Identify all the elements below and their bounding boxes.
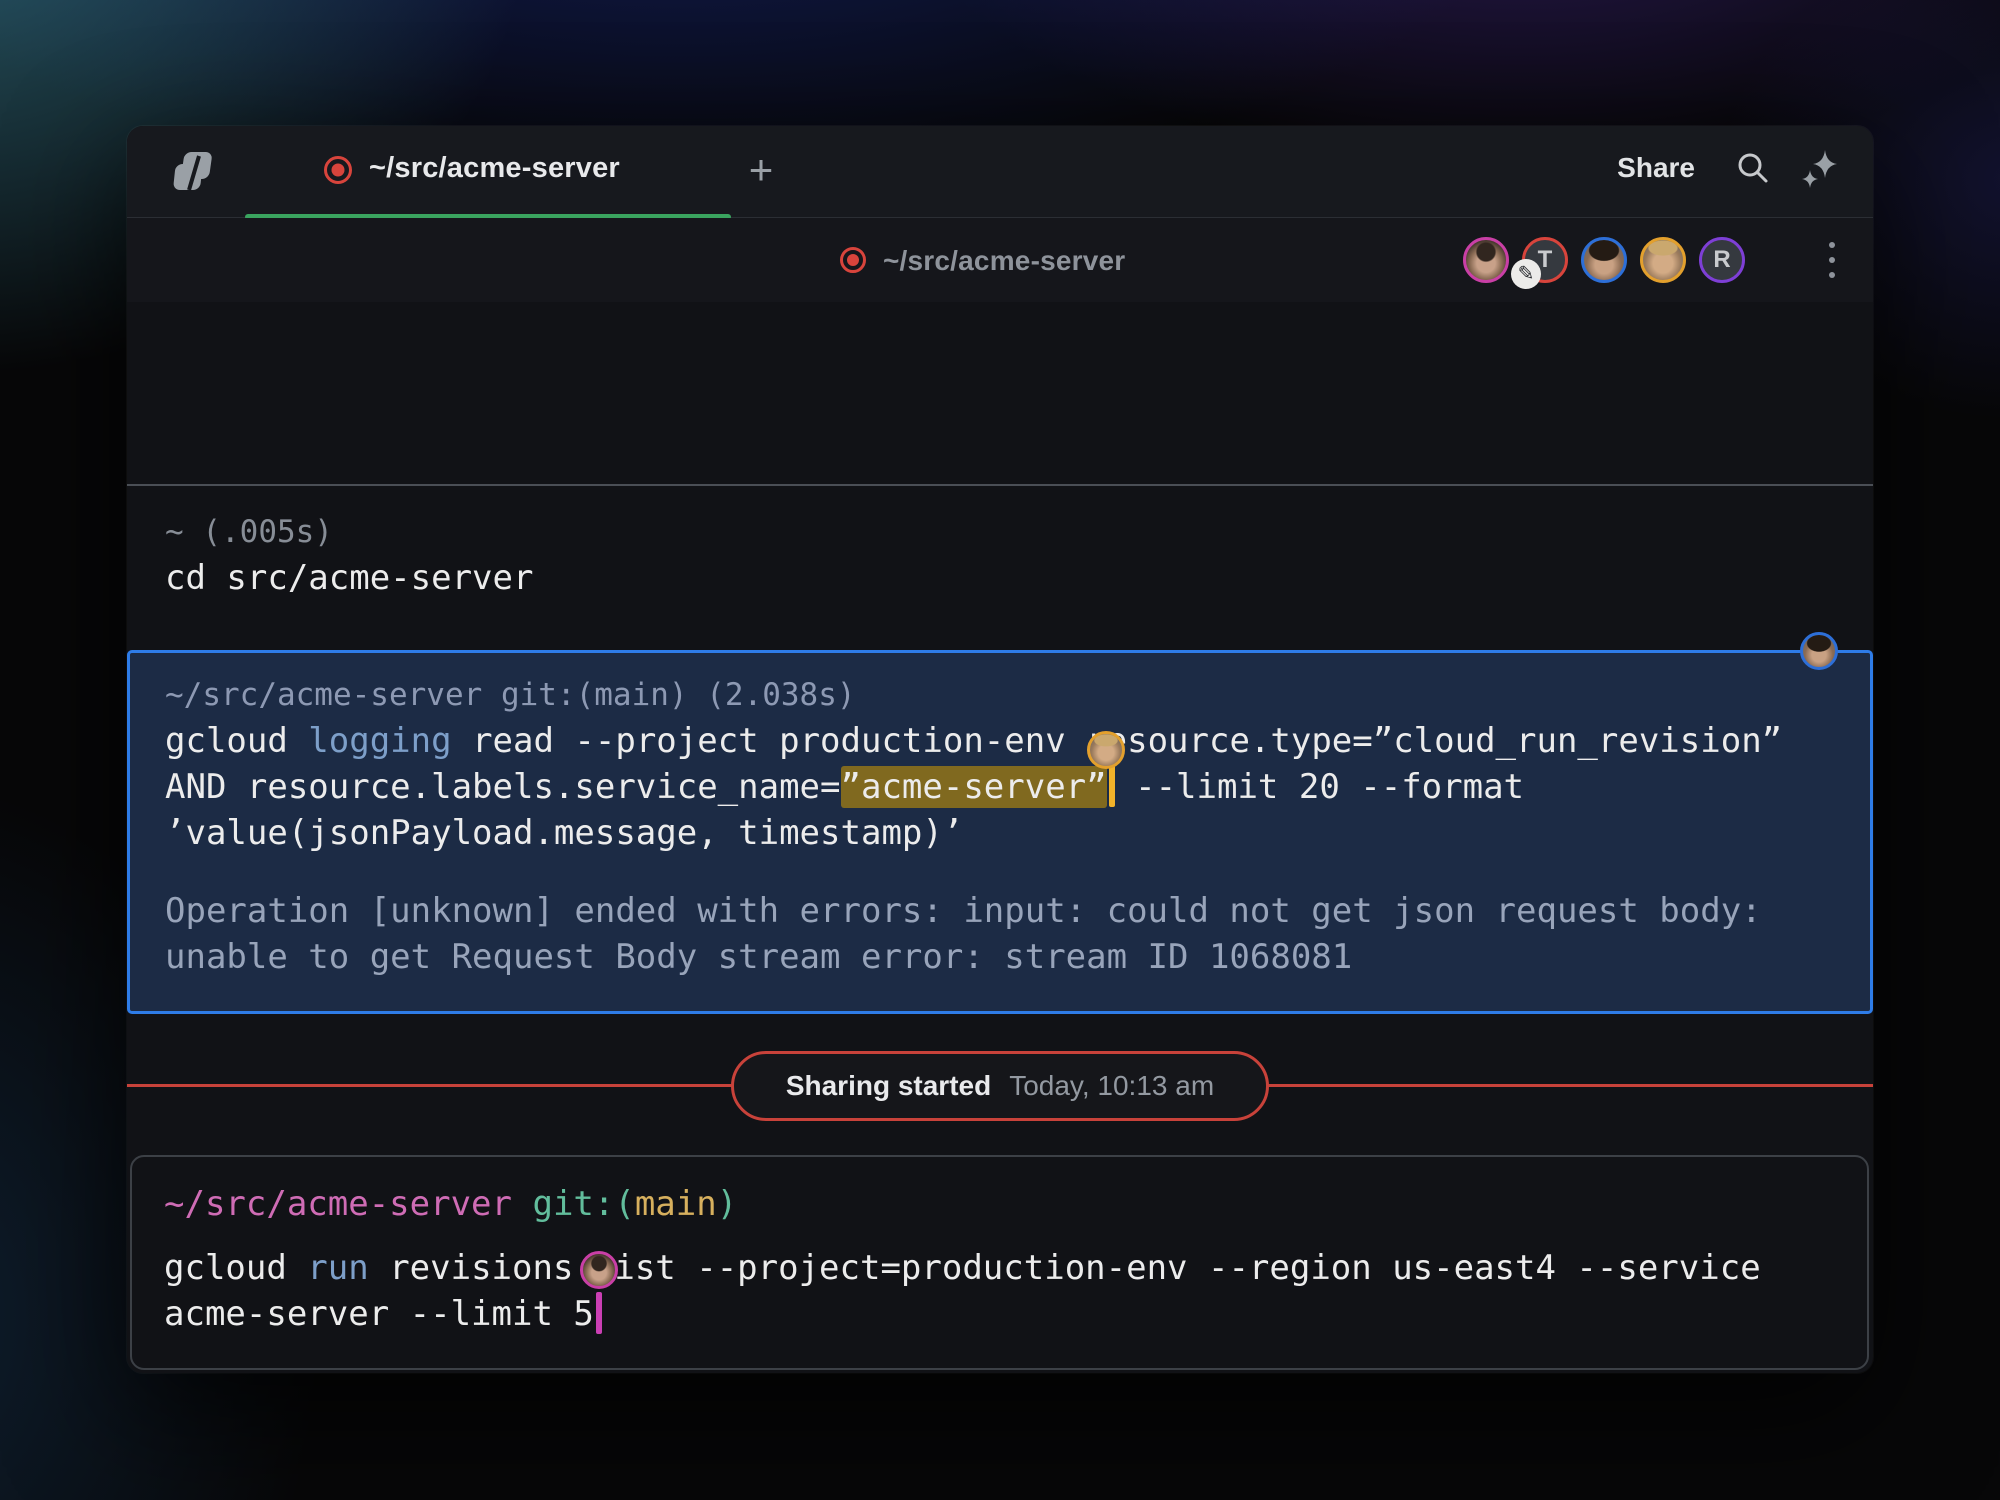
remote-selection: ”acme-server”	[841, 766, 1107, 808]
presence-avatar-blue	[1800, 632, 1838, 670]
collaborator-avatars: ✎ T R	[1463, 237, 1745, 283]
search-icon[interactable]	[1735, 150, 1771, 186]
recording-icon	[323, 155, 353, 185]
remote-caret-magenta	[596, 1292, 602, 1334]
new-tab-button[interactable]: +	[739, 144, 783, 198]
session-header: ~/src/acme-server ✎ T R	[127, 218, 1873, 302]
sharing-started-badge: Sharing started Today, 10:13 am	[731, 1051, 1269, 1121]
avatar-editing-user[interactable]: ✎	[1463, 237, 1509, 283]
avatar-user-r[interactable]: R	[1699, 237, 1745, 283]
overflow-menu-icon[interactable]	[1825, 235, 1839, 285]
avatar-user-yellow[interactable]	[1640, 237, 1686, 283]
input-line-1: gcloud run revisions list --project=prod…	[164, 1245, 1761, 1291]
desktop-backdrop: ~/src/acme-server + Share	[0, 0, 2000, 1500]
current-prompt-block[interactable]: ~/src/acme-server git:(main) gcloud run …	[130, 1155, 1869, 1370]
terminal-window: ~/src/acme-server + Share	[127, 126, 1873, 1373]
sharing-time: Today, 10:13 am	[1009, 1070, 1214, 1102]
tab-title[interactable]: ~/src/acme-server	[369, 152, 620, 185]
command-block-cd[interactable]: ~ (.005s) cd src/acme-server	[165, 509, 533, 601]
session-title: ~/src/acme-server	[883, 245, 1125, 277]
command-line-2: AND resource.labels.service_name=”acme-s…	[165, 764, 1782, 810]
recording-icon	[839, 246, 867, 274]
input-line-2[interactable]: acme-server --limit 5	[164, 1291, 1761, 1337]
sharing-label: Sharing started	[786, 1070, 991, 1102]
remote-cursor-avatar-yellow	[1087, 731, 1125, 769]
error-line-2: unable to get Request Body stream error:…	[165, 934, 1782, 980]
avatar	[1463, 237, 1509, 283]
pencil-badge-icon: ✎	[1511, 259, 1541, 289]
error-line-1: Operation [unknown] ended with errors: i…	[165, 888, 1782, 934]
command-line-3: ’value(jsonPayload.message, timestamp)’	[165, 810, 1782, 856]
remote-cursor-avatar-magenta	[580, 1251, 618, 1289]
avatar-user-blue[interactable]	[1581, 237, 1627, 283]
block-command: cd src/acme-server	[165, 555, 533, 601]
app-logo-icon[interactable]	[165, 142, 223, 200]
block-meta: ~/src/acme-server git:(main) (2.038s)	[165, 672, 1782, 718]
block-separator	[127, 484, 1873, 486]
share-button[interactable]: Share	[1617, 152, 1695, 184]
block-meta: ~ (.005s)	[165, 509, 533, 555]
tab-bar: ~/src/acme-server + Share	[127, 126, 1873, 218]
ai-sparkles-icon[interactable]	[1799, 148, 1839, 188]
command-line-1: gcloud logging read --project production…	[165, 718, 1782, 764]
prompt-line: ~/src/acme-server git:(main)	[164, 1181, 1761, 1227]
command-block-gcloud-logging[interactable]: ~/src/acme-server git:(main) (2.038s) gc…	[127, 650, 1873, 1014]
